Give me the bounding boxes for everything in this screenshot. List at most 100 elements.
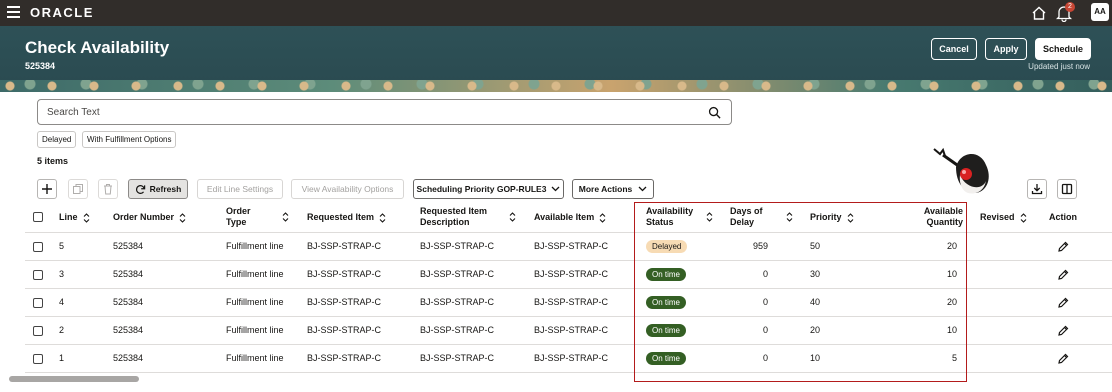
cell-requested-item-description: BJ-SSP-STRAP-C <box>420 325 495 335</box>
cell-requested-item: BJ-SSP-STRAP-C <box>307 353 382 363</box>
header-label: Description <box>420 217 470 227</box>
chevron-down-icon <box>638 186 647 192</box>
edit-icon[interactable] <box>1057 297 1069 309</box>
sort-icon <box>179 212 186 223</box>
add-button[interactable] <box>37 179 57 199</box>
edit-icon[interactable] <box>1057 353 1069 365</box>
cell-order-number: 525384 <box>113 297 144 307</box>
page-title: Check Availability <box>25 38 170 57</box>
oracle-logo: ORACLE <box>30 5 94 20</box>
header-label: Line <box>59 212 78 222</box>
cancel-button[interactable]: Cancel <box>931 38 977 60</box>
view-availability-options-button[interactable]: View Availability Options <box>291 179 404 199</box>
sort-icon[interactable] <box>509 212 516 222</box>
cell-line: 5 <box>59 241 65 251</box>
search-input[interactable]: Search Text <box>37 99 732 125</box>
cell-order-number: 525384 <box>113 353 144 363</box>
cell-requested-item-description: BJ-SSP-STRAP-C <box>420 297 495 307</box>
cell-order-type: Fulfillment line <box>226 297 284 307</box>
cell-order-type: Fulfillment line <box>226 269 284 279</box>
cell-order-number: 525384 <box>113 269 144 279</box>
updated-status: Updated just now <box>1028 62 1090 71</box>
plus-icon <box>42 184 52 194</box>
row-checkbox[interactable] <box>33 354 43 364</box>
cell-order-type: Fulfillment line <box>226 353 284 363</box>
cell-order-type: Fulfillment line <box>226 241 284 251</box>
refresh-button[interactable]: Refresh <box>128 179 188 199</box>
delete-button[interactable] <box>98 179 118 199</box>
header-label: Revised <box>980 212 1015 222</box>
cell-line: 3 <box>59 269 65 279</box>
cell-requested-item: BJ-SSP-STRAP-C <box>307 297 382 307</box>
more-actions-menu[interactable]: More Actions <box>572 179 654 199</box>
cell-order-type: Fulfillment line <box>226 325 284 335</box>
cell-order-number: 525384 <box>113 325 144 335</box>
mascot-illustration <box>933 147 989 194</box>
header-label: Requested Item <box>420 206 488 216</box>
column-header-action: Action <box>1049 212 1077 222</box>
cell-requested-item: BJ-SSP-STRAP-C <box>307 241 382 251</box>
row-checkbox[interactable] <box>33 242 43 252</box>
horizontal-scrollbar[interactable] <box>9 376 139 382</box>
cell-available-item: BJ-SSP-STRAP-C <box>534 269 609 279</box>
sort-icon <box>83 212 89 223</box>
sort-icon <box>379 212 386 223</box>
columns-icon <box>1061 183 1073 195</box>
download-icon <box>1031 184 1043 195</box>
global-header: ORACLE 2 AA <box>0 0 1112 26</box>
edit-icon[interactable] <box>1057 325 1069 337</box>
header-label: Order <box>226 206 251 216</box>
cell-line: 4 <box>59 297 65 307</box>
home-icon[interactable] <box>1031 5 1047 21</box>
schedule-button[interactable]: Schedule <box>1035 38 1091 60</box>
cell-available-item: BJ-SSP-STRAP-C <box>534 241 609 251</box>
column-header-requested-item-description[interactable]: Requested Item Description <box>420 206 487 228</box>
duplicate-button[interactable] <box>68 179 88 199</box>
cell-available-item: BJ-SSP-STRAP-C <box>534 325 609 335</box>
cell-requested-item-description: BJ-SSP-STRAP-C <box>420 241 495 251</box>
column-header-revised[interactable]: Revised <box>980 212 1027 223</box>
header-label: Available Item <box>534 212 595 222</box>
user-avatar[interactable]: AA <box>1091 3 1109 21</box>
menu-icon[interactable] <box>7 6 20 18</box>
column-header-order-type[interactable]: Order Type <box>226 206 251 228</box>
trash-icon <box>104 184 112 195</box>
cell-available-item: BJ-SSP-STRAP-C <box>534 353 609 363</box>
edit-icon[interactable] <box>1057 269 1069 281</box>
decorative-banner <box>0 80 1112 92</box>
cell-line: 2 <box>59 325 65 335</box>
scheduling-priority-select[interactable]: Scheduling Priority GOP-RULE3 <box>413 179 564 199</box>
row-checkbox[interactable] <box>33 326 43 336</box>
sort-icon <box>1020 212 1026 223</box>
notification-badge: 2 <box>1065 2 1075 12</box>
cell-requested-item: BJ-SSP-STRAP-C <box>307 269 382 279</box>
cell-order-number: 525384 <box>113 241 144 251</box>
row-checkbox[interactable] <box>33 270 43 280</box>
column-header-order-number[interactable]: Order Number <box>113 212 186 223</box>
search-icon[interactable] <box>708 106 721 119</box>
chevron-down-icon <box>551 186 560 192</box>
column-header-requested-item[interactable]: Requested Item <box>307 212 386 223</box>
columns-button[interactable] <box>1057 179 1077 199</box>
column-header-line[interactable]: Line <box>59 212 90 223</box>
highlight-box <box>634 202 967 382</box>
apply-button[interactable]: Apply <box>985 38 1027 60</box>
cell-available-item: BJ-SSP-STRAP-C <box>534 297 609 307</box>
search-placeholder: Search Text <box>47 107 100 118</box>
filter-chip-fulfillment-options[interactable]: With Fulfillment Options <box>82 131 177 148</box>
sort-icon[interactable] <box>282 212 289 222</box>
select-all-checkbox[interactable] <box>33 212 43 222</box>
refresh-icon <box>135 184 145 194</box>
filter-chip-delayed[interactable]: Delayed <box>37 131 77 148</box>
edit-icon[interactable] <box>1057 241 1069 253</box>
order-number: 525384 <box>25 61 56 71</box>
refresh-label: Refresh <box>149 184 182 194</box>
item-count: 5 items <box>37 156 69 166</box>
cell-line: 1 <box>59 353 65 363</box>
edit-line-settings-button[interactable]: Edit Line Settings <box>197 179 283 199</box>
cell-requested-item-description: BJ-SSP-STRAP-C <box>420 353 495 363</box>
row-checkbox[interactable] <box>33 298 43 308</box>
column-header-available-item[interactable]: Available Item <box>534 212 606 223</box>
scheduling-priority-label: Scheduling Priority GOP-RULE3 <box>416 184 547 194</box>
export-button[interactable] <box>1027 179 1047 199</box>
